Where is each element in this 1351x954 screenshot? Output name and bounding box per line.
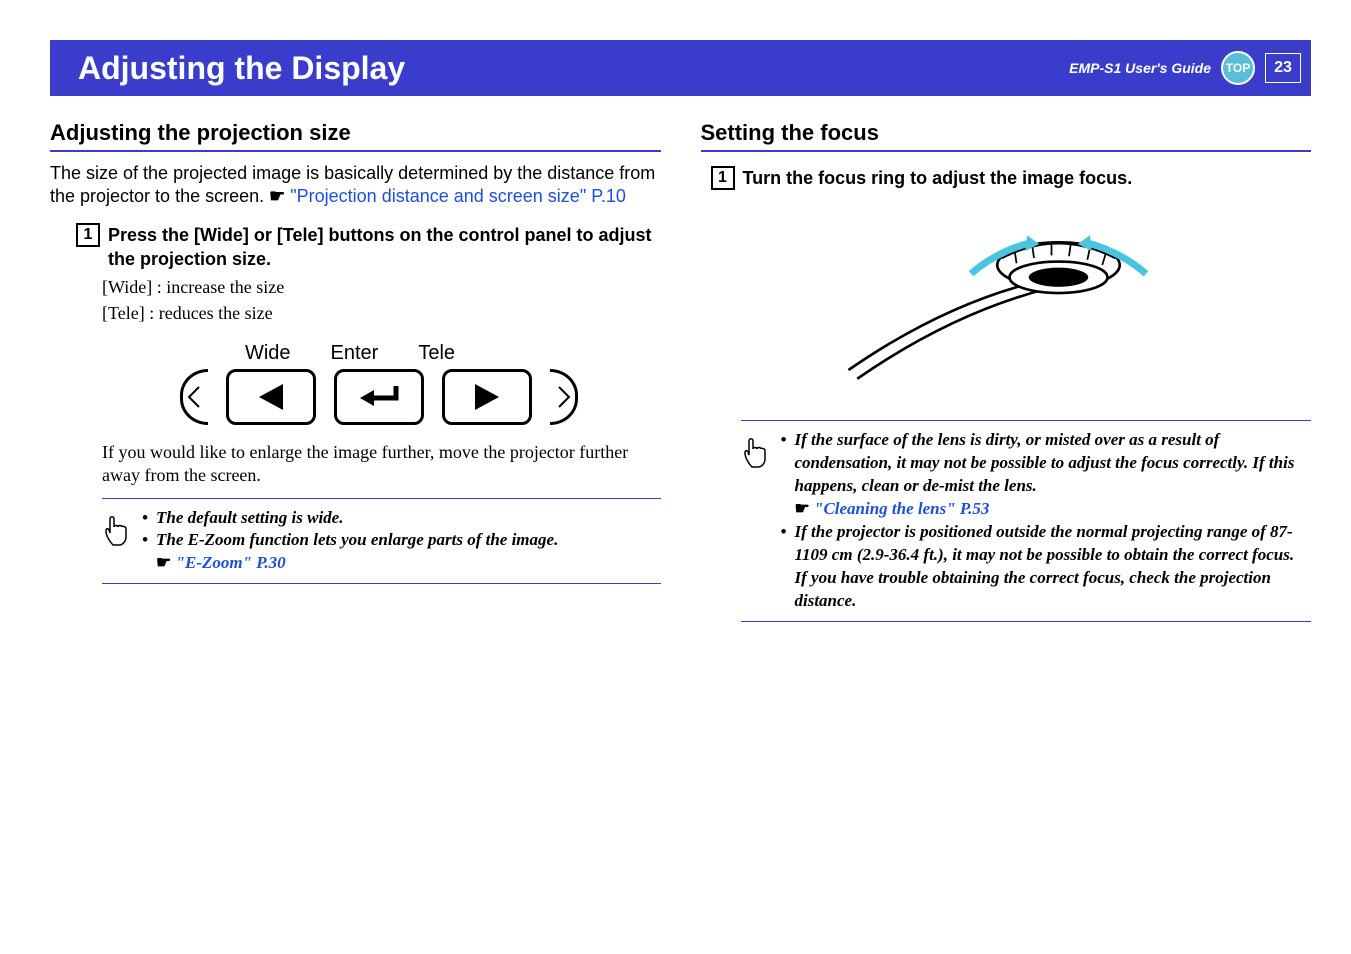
step-body: [Wide] : increase the size [Tele] : redu…	[102, 275, 661, 325]
left-column: Adjusting the projection size The size o…	[50, 120, 661, 622]
further-text: If you would like to enlarge the image f…	[102, 441, 661, 488]
bullet-icon: •	[781, 521, 795, 613]
right-step-1: 1 Turn the focus ring to adjust the imag…	[701, 166, 1312, 190]
tele-desc: [Tele] : reduces the size	[102, 301, 661, 326]
tip1-text: If the surface of the lens is dirty, or …	[795, 430, 1295, 495]
right-column: Setting the focus 1 Turn the focus ring …	[701, 120, 1312, 622]
page-number: 23	[1265, 53, 1301, 83]
control-panel-diagram: Wide Enter Tele	[180, 342, 661, 425]
step-number-1: 1	[76, 223, 100, 247]
wide-desc: [Wide] : increase the size	[102, 275, 661, 300]
tip1-text: The default setting is wide.	[156, 507, 343, 530]
label-enter: Enter	[331, 342, 379, 365]
hand-icon	[102, 511, 132, 547]
hand-icon	[741, 433, 771, 469]
bullet-icon: •	[142, 529, 156, 575]
wide-button	[226, 369, 316, 425]
focus-ring-illustration	[831, 210, 1181, 390]
step-title: Turn the focus ring to adjust the image …	[743, 166, 1133, 190]
enter-button	[334, 369, 424, 425]
tele-button	[442, 369, 532, 425]
pointer-icon: ☛	[156, 553, 176, 572]
left-step-1: 1 Press the [Wide] or [Tele] buttons on …	[50, 223, 661, 326]
top-icon[interactable]: TOP	[1221, 51, 1255, 85]
header-right: EMP-S1 User's Guide TOP 23	[1069, 51, 1301, 85]
tip-box-right: • If the surface of the lens is dirty, o…	[741, 420, 1312, 622]
intro-link[interactable]: "Projection distance and screen size" P.…	[290, 186, 626, 206]
label-tele: Tele	[418, 342, 455, 365]
bullet-icon: •	[142, 507, 156, 530]
pointer-icon: ☛	[795, 499, 815, 518]
title-bar: Adjusting the Display EMP-S1 User's Guid…	[50, 40, 1311, 96]
bullet-icon: •	[781, 429, 795, 521]
step-title: Press the [Wide] or [Tele] buttons on th…	[108, 223, 661, 272]
tip2-text: The E-Zoom function lets you enlarge par…	[156, 530, 558, 549]
tip1-link[interactable]: "Cleaning the lens" P.53	[814, 499, 989, 518]
tip2-text: If the projector is positioned outside t…	[795, 521, 1304, 613]
intro-paragraph: The size of the projected image is basic…	[50, 162, 661, 209]
tip-box-left: •The default setting is wide. • The E-Zo…	[102, 498, 661, 585]
guide-label: EMP-S1 User's Guide	[1069, 60, 1211, 76]
pointer-icon: ☛	[269, 186, 290, 206]
section-heading-focus: Setting the focus	[701, 120, 1312, 152]
label-wide: Wide	[245, 342, 291, 365]
section-heading-projection-size: Adjusting the projection size	[50, 120, 661, 152]
outer-left-bracket	[180, 369, 208, 425]
page: Adjusting the Display EMP-S1 User's Guid…	[0, 0, 1351, 954]
page-title: Adjusting the Display	[78, 50, 405, 87]
outer-right-bracket	[550, 369, 578, 425]
step-number-1: 1	[711, 166, 735, 190]
content-columns: Adjusting the projection size The size o…	[50, 120, 1311, 622]
tip2-link[interactable]: "E-Zoom" P.30	[176, 553, 286, 572]
